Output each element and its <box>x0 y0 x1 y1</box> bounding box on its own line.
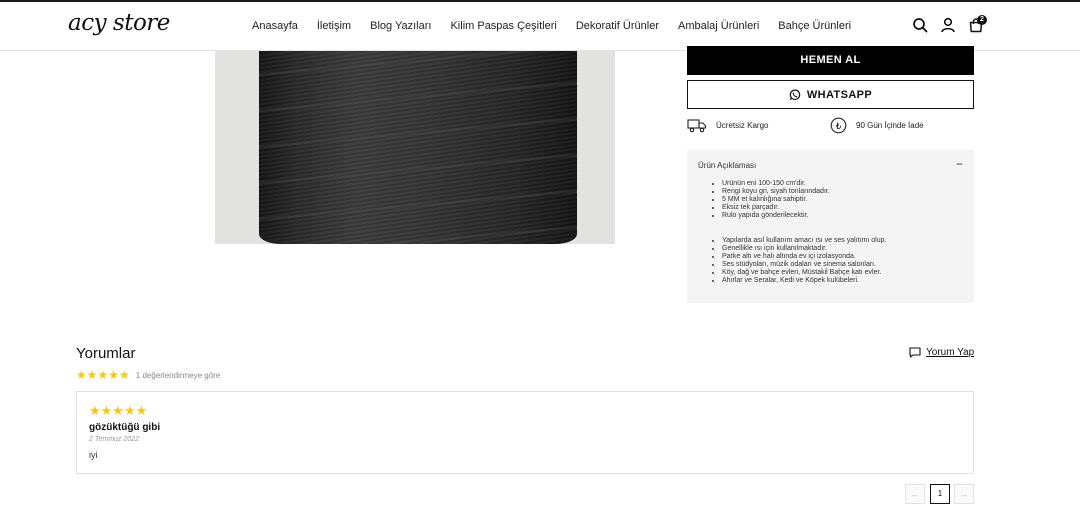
user-icon[interactable] <box>940 17 956 33</box>
review-date: 2 Temmuz 2022 <box>89 436 139 443</box>
whatsapp-icon <box>789 89 801 100</box>
product-description-panel: Ürün Açıklaması − Urünün eni 100-150 cm'… <box>687 150 974 303</box>
nav-item-blog[interactable]: Blog Yazıları <box>370 20 431 32</box>
whatsapp-button[interactable]: WHATSAPP <box>687 80 974 109</box>
site-logo[interactable]: acy store <box>68 10 170 36</box>
description-list-1: Urünün eni 100-150 cm'dir. Rengi koyu gr… <box>722 180 830 220</box>
review-headline: gözüktüğü gibi <box>89 422 161 433</box>
truck-icon <box>687 119 707 133</box>
reviews-title: Yorumlar <box>76 345 136 362</box>
product-image[interactable] <box>215 51 615 244</box>
top-rule <box>0 0 1080 2</box>
main-nav: Anasayfa İletişim Blog Yazıları Kilim Pa… <box>252 20 870 32</box>
rating-stars: ★★★★★ <box>76 368 130 382</box>
pagination-page-1[interactable]: 1 <box>930 484 950 504</box>
feature-return: ₺ 90 Gün İçinde İade <box>830 117 924 134</box>
list-item: Yapılarda asıl kullanım amacı ısı ve ses… <box>722 237 886 245</box>
whatsapp-label: WHATSAPP <box>806 88 873 101</box>
nav-item-iletisim[interactable]: İletişim <box>317 20 351 32</box>
collapse-toggle-icon[interactable]: − <box>956 157 963 171</box>
site-header: acy store Anasayfa İletişim Blog Yazılar… <box>0 0 1080 51</box>
foam-roll-image <box>259 51 577 244</box>
nav-item-bahce[interactable]: Bahçe Ürünleri <box>778 20 851 32</box>
nav-item-kilim-paspas[interactable]: Kilim Paspas Çeşitleri <box>450 20 556 32</box>
nav-item-ambalaj[interactable]: Ambalaj Ürünleri <box>678 20 759 32</box>
nav-item-dekoratif[interactable]: Dekoratif Ürünler <box>576 20 659 32</box>
pagination-next-button[interactable]: → <box>954 484 974 504</box>
list-item: Rengi koyu gri, siyah tonlarındadır. <box>722 188 830 196</box>
description-title[interactable]: Ürün Açıklaması <box>698 161 756 170</box>
review-body: iyi <box>89 450 98 460</box>
description-list-2: Yapılarda asıl kullanım amacı ısı ve ses… <box>722 237 886 284</box>
list-item: Eksiz tek parçadır. <box>722 204 830 212</box>
list-item: Rulo yapıda gönderilecektir. <box>722 212 830 220</box>
feature-label: 90 Gün İçinde İade <box>856 121 924 130</box>
list-item: Ahırlar ve Seralar, Kedi ve Köpek kulübe… <box>722 277 886 285</box>
review-stars: ★★★★★ <box>89 403 148 418</box>
write-review-link[interactable]: Yorum Yap <box>909 347 974 358</box>
list-item: Urünün eni 100-150 cm'dir. <box>722 180 830 188</box>
list-item: Parke altı ve halı altında ev içi izolas… <box>722 253 886 261</box>
feature-free-shipping: Ücretsiz Kargo <box>687 117 768 133</box>
review-count: 1 değerlendirmeye göre <box>135 370 221 380</box>
reviews-summary: ★★★★★ 1 değerlendirmeye göre <box>76 368 220 382</box>
search-icon[interactable] <box>912 17 928 33</box>
list-item: Köy, dağ ve bahçe evleri, Müstakil Bahçe… <box>722 269 886 277</box>
lira-icon: ₺ <box>830 117 847 134</box>
list-item: 5 MM et kalınlığına sahiptir. <box>722 196 830 204</box>
list-item: Genellikle ısı için kullanılmaktadır. <box>722 245 886 253</box>
write-review-label: Yorum Yap <box>926 347 975 358</box>
comment-icon <box>909 347 921 358</box>
review-card: ★★★★★ gözüktüğü gibi 2 Temmuz 2022 iyi <box>76 391 974 474</box>
cart-count-badge: 2 <box>977 15 987 25</box>
pagination-prev-button[interactable]: ← <box>905 484 925 504</box>
svg-text:₺: ₺ <box>836 122 842 132</box>
buy-now-button[interactable]: HEMEN AL <box>687 46 974 75</box>
feature-label: Ücretsiz Kargo <box>716 120 769 130</box>
nav-item-anasayfa[interactable]: Anasayfa <box>252 20 298 32</box>
list-item: Ses stüdyoları, müzik odaları ve sinema … <box>722 261 886 269</box>
